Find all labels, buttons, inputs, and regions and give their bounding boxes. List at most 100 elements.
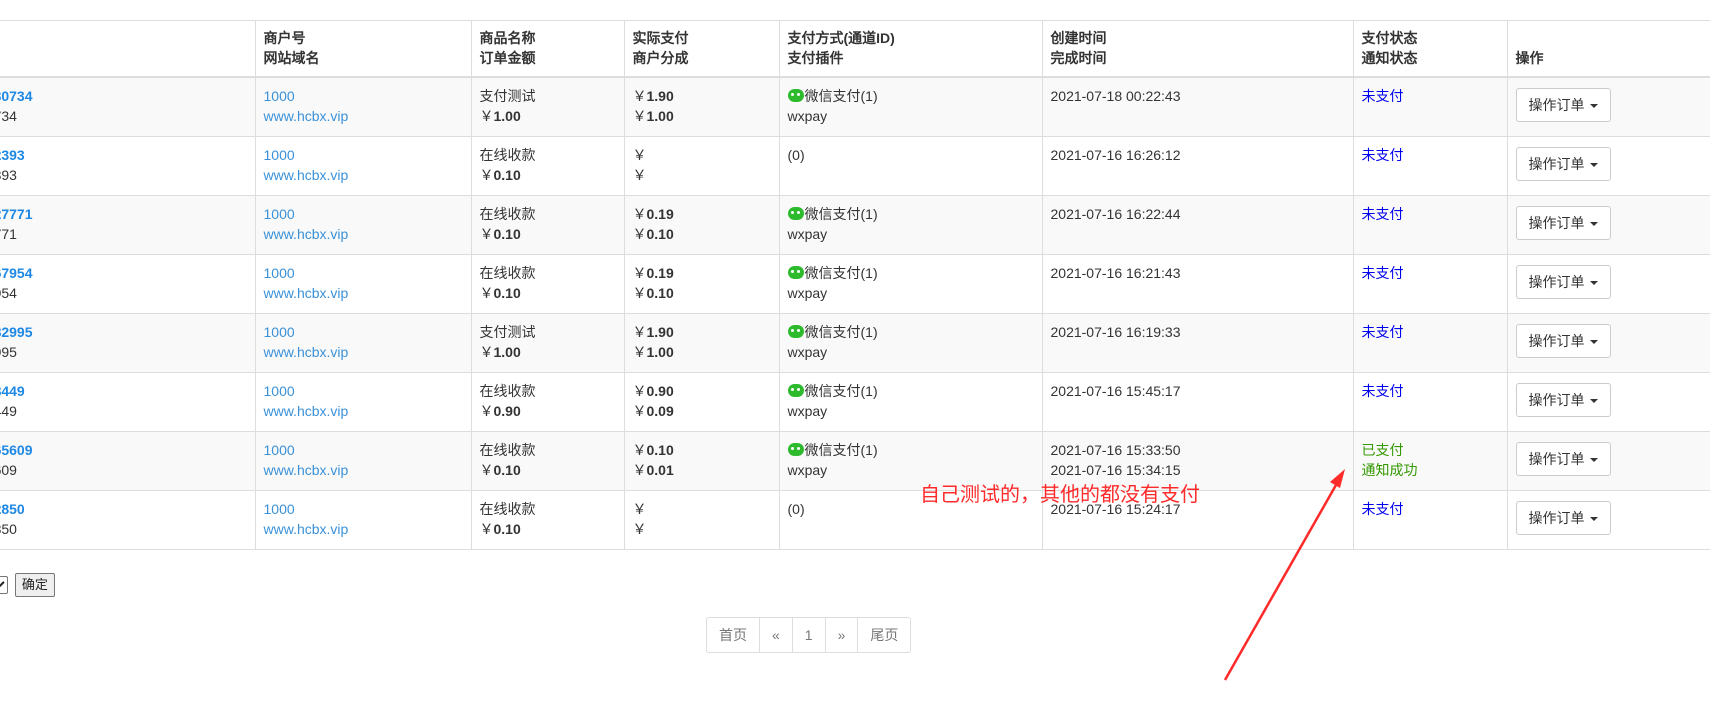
pay-plugin: wxpay <box>787 403 828 419</box>
pay-type-label: 微信支付(1) <box>804 265 878 281</box>
order-amount-value: 0.10 <box>493 462 521 478</box>
order-number-link[interactable]: 732850 <box>0 499 25 519</box>
pay-status: 未支付 <box>1361 324 1404 340</box>
created-time: 2021-07-18 00:22:43 <box>1050 88 1181 104</box>
caret-down-icon <box>1589 458 1598 463</box>
out-trade-no: 82995 <box>0 344 17 360</box>
currency-symbol: ￥ <box>632 108 647 124</box>
currency-symbol: ￥ <box>632 383 647 399</box>
operate-order-label: 操作订单 <box>1528 274 1585 290</box>
created-time: 2021-07-16 16:26:12 <box>1050 147 1181 163</box>
operate-order-button[interactable]: 操作订单 <box>1515 501 1611 535</box>
merchant-id-link[interactable]: 1000 <box>264 204 463 224</box>
domain-link[interactable]: www.hcbx.vip <box>264 106 463 126</box>
order-number-link[interactable]: 3367954 <box>0 263 33 283</box>
order-amount: ￥0.10 <box>480 283 616 303</box>
domain-link[interactable]: www.hcbx.vip <box>264 519 463 539</box>
cell-time: 2021-07-16 16:19:33 <box>1041 313 1353 373</box>
product-name: 在线收款 <box>479 383 536 399</box>
currency-symbol: ￥ <box>632 501 647 517</box>
operate-order-label: 操作订单 <box>1528 510 1585 526</box>
real-pay: ￥0.19 <box>633 263 771 283</box>
merchant-id-link[interactable]: 1000 <box>264 440 463 460</box>
cell-order-no: 3330734 30734 <box>0 76 255 137</box>
merchant-share: ￥1.00 <box>633 342 771 362</box>
operate-order-button[interactable]: 操作订单 <box>1515 265 1611 299</box>
product-name: 在线收款 <box>479 501 536 517</box>
order-number-link[interactable]: 272393 <box>0 145 25 165</box>
merchant-id-link[interactable]: 1000 <box>264 322 463 342</box>
pay-type: (0) <box>788 145 1034 165</box>
cell-order-no: 778449 78449 <box>0 372 255 432</box>
domain-link[interactable]: www.hcbx.vip <box>264 401 463 421</box>
merchant-share: ￥0.09 <box>633 401 771 421</box>
merchant-id-link[interactable]: 1000 <box>264 381 463 401</box>
merchant-id-link[interactable]: 1000 <box>264 263 463 283</box>
currency-symbol: ￥ <box>479 226 494 242</box>
page-link[interactable]: » <box>824 617 859 653</box>
caret-down-icon <box>1589 163 1598 168</box>
cell-actions: 操作订单 <box>1506 490 1710 550</box>
domain-link[interactable]: www.hcbx.vip <box>264 342 463 362</box>
order-amount-value: 1.00 <box>493 108 521 124</box>
operate-order-label: 操作订单 <box>1528 333 1585 349</box>
pay-status: 未支付 <box>1361 206 1404 222</box>
currency-symbol: ￥ <box>632 167 647 183</box>
order-amount: ￥0.10 <box>480 460 616 480</box>
order-amount-value: 0.10 <box>493 226 521 242</box>
cell-pay-type: (0) <box>778 136 1042 196</box>
table-row: 3427771277711000www.hcbx.vip在线收款￥0.10￥0.… <box>0 195 1710 255</box>
column-header-line2: 订单金额 <box>479 50 536 66</box>
order-number-link[interactable]: 3382995 <box>0 322 33 342</box>
operate-order-button[interactable]: 操作订单 <box>1515 206 1611 240</box>
cell-merchant: 1000 www.hcbx.vip <box>254 490 471 550</box>
cell-order-no: 272393 72393 <box>0 136 255 196</box>
currency-symbol: ￥ <box>479 521 494 537</box>
merchant-id-link[interactable]: 1000 <box>264 86 463 106</box>
out-trade-no: 27771 <box>0 226 17 242</box>
pay-status: 未支付 <box>1361 147 1404 163</box>
pay-type-label: 微信支付(1) <box>804 206 878 222</box>
order-number-link[interactable]: 3330734 <box>0 86 33 106</box>
merchant-id-link[interactable]: 1000 <box>264 499 463 519</box>
pay-plugin: wxpay <box>787 108 828 124</box>
created-time: 2021-07-16 15:33:50 <box>1050 442 1181 458</box>
confirm-button[interactable]: 确定 <box>14 573 55 597</box>
cell-product: 支付测试 ￥1.00 <box>470 313 624 373</box>
currency-symbol: ￥ <box>632 88 647 104</box>
operate-order-button[interactable]: 操作订单 <box>1515 383 1611 417</box>
select-all-checkbox[interactable] <box>0 576 8 594</box>
pay-status: 未支付 <box>1361 265 1404 281</box>
operate-order-button[interactable]: 操作订单 <box>1515 324 1611 358</box>
real-pay: ￥0.19 <box>633 204 771 224</box>
currency-symbol: ￥ <box>479 167 494 183</box>
merchant-share: ￥0.01 <box>633 460 771 480</box>
domain-link[interactable]: www.hcbx.vip <box>264 283 463 303</box>
domain-link[interactable]: www.hcbx.vip <box>264 224 463 244</box>
column-header-line1: 支付状态 <box>1361 30 1418 46</box>
domain-link[interactable]: www.hcbx.vip <box>264 460 463 480</box>
real-pay: ￥ <box>633 145 771 165</box>
cell-payment: ￥ ￥ <box>623 490 779 550</box>
page-link[interactable]: 尾页 <box>857 617 912 653</box>
real-pay-value: 1.90 <box>646 324 674 340</box>
order-amount-value: 0.10 <box>493 167 521 183</box>
merchant-id-link[interactable]: 1000 <box>264 145 463 165</box>
operate-order-button[interactable]: 操作订单 <box>1515 442 1611 476</box>
real-pay: ￥0.90 <box>633 381 771 401</box>
page-link[interactable]: « <box>759 617 793 653</box>
real-pay-value: 1.90 <box>646 88 674 104</box>
cell-status: 未支付 <box>1352 136 1507 196</box>
cell-payment: ￥1.90 ￥1.00 <box>623 313 779 373</box>
page-link[interactable]: 首页 <box>706 617 760 653</box>
order-number-link[interactable]: 5065609 <box>0 440 33 460</box>
order-number-link[interactable]: 3427771 <box>0 204 33 224</box>
wechat-icon <box>787 384 804 397</box>
operate-order-button[interactable]: 操作订单 <box>1515 88 1611 122</box>
cell-status: 未支付 <box>1352 313 1507 373</box>
operate-order-button[interactable]: 操作订单 <box>1515 147 1611 181</box>
cell-product: 在线收款 ￥0.10 <box>470 195 624 255</box>
domain-link[interactable]: www.hcbx.vip <box>264 165 463 185</box>
page-link[interactable]: 1 <box>791 617 826 653</box>
order-number-link[interactable]: 778449 <box>0 381 25 401</box>
